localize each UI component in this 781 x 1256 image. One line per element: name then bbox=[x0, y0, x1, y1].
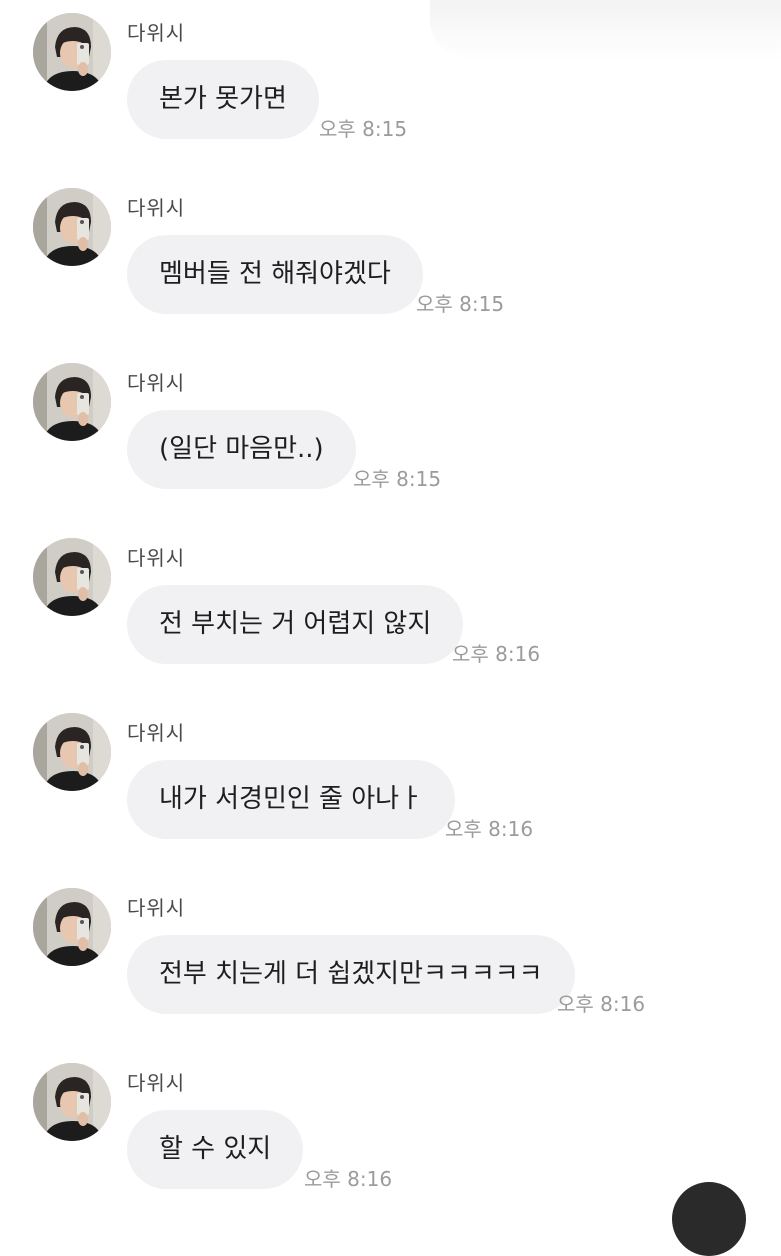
sender-name: 다위시 bbox=[127, 546, 186, 570]
message-bubble[interactable]: 내가 서경민인 줄 아나ㅏ bbox=[127, 760, 455, 839]
message-time: 오후 8:16 bbox=[452, 642, 541, 666]
sender-name: 다위시 bbox=[127, 1071, 186, 1095]
avatar[interactable] bbox=[33, 363, 111, 441]
message-bubble[interactable]: 멤버들 전 해줘야겠다 bbox=[127, 235, 423, 314]
chat-message: 다위시 (일단 마음만..) 오후 8:15 bbox=[0, 350, 781, 525]
avatar[interactable] bbox=[33, 888, 111, 966]
message-time: 오후 8:15 bbox=[319, 117, 408, 141]
chat-message: 다위시 전부 치는게 더 쉽겠지만ㅋㅋㅋㅋㅋ 오후 8:16 bbox=[0, 875, 781, 1050]
message-bubble[interactable]: 할 수 있지 bbox=[127, 1110, 304, 1189]
avatar[interactable] bbox=[33, 1063, 111, 1141]
chat-message-list[interactable]: 다위시 본가 못가면 오후 8:15 다위시 멤버들 전 해줘야겠다 오후 8:… bbox=[0, 0, 781, 1200]
sender-name: 다위시 bbox=[127, 896, 186, 920]
chat-message: 다위시 본가 못가면 오후 8:15 bbox=[0, 0, 781, 175]
avatar[interactable] bbox=[33, 713, 111, 791]
chat-message: 다위시 할 수 있지 오후 8:16 bbox=[0, 1050, 781, 1225]
message-time: 오후 8:16 bbox=[445, 817, 534, 841]
message-time: 오후 8:16 bbox=[557, 992, 646, 1016]
message-time: 오후 8:15 bbox=[416, 292, 505, 316]
message-bubble[interactable]: 본가 못가면 bbox=[127, 60, 319, 139]
avatar[interactable] bbox=[33, 188, 111, 266]
sender-name: 다위시 bbox=[127, 21, 186, 45]
sender-name: 다위시 bbox=[127, 196, 186, 220]
avatar[interactable] bbox=[33, 13, 111, 91]
scroll-to-bottom-button[interactable] bbox=[672, 1182, 746, 1256]
avatar[interactable] bbox=[33, 538, 111, 616]
chat-message: 다위시 전 부치는 거 어렵지 않지 오후 8:16 bbox=[0, 525, 781, 700]
sender-name: 다위시 bbox=[127, 721, 186, 745]
chat-message: 다위시 멤버들 전 해줘야겠다 오후 8:15 bbox=[0, 175, 781, 350]
message-time: 오후 8:15 bbox=[353, 467, 442, 491]
sender-name: 다위시 bbox=[127, 371, 186, 395]
message-time: 오후 8:16 bbox=[304, 1167, 393, 1191]
message-bubble[interactable]: 전부 치는게 더 쉽겠지만ㅋㅋㅋㅋㅋ bbox=[127, 935, 575, 1014]
message-bubble[interactable]: (일단 마음만..) bbox=[127, 410, 356, 489]
message-bubble[interactable]: 전 부치는 거 어렵지 않지 bbox=[127, 585, 464, 664]
chat-message: 다위시 내가 서경민인 줄 아나ㅏ 오후 8:16 bbox=[0, 700, 781, 875]
